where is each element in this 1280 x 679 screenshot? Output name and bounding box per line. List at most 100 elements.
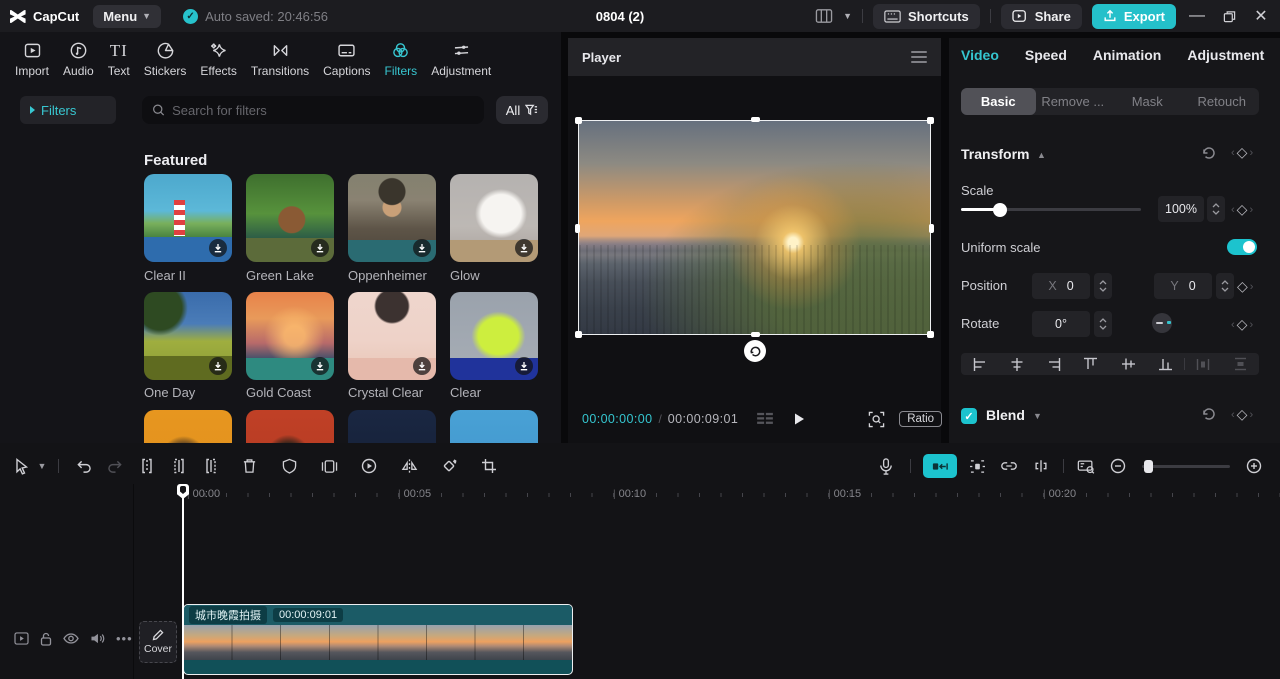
play-button[interactable] bbox=[792, 412, 806, 426]
zoom-out-icon[interactable] bbox=[1102, 458, 1134, 474]
shortcuts-button[interactable]: Shortcuts bbox=[873, 3, 980, 29]
timeline-zoom-slider[interactable] bbox=[1142, 459, 1230, 473]
position-x-field[interactable]: X0 bbox=[1032, 273, 1090, 299]
subtab-remove[interactable]: Remove ... bbox=[1036, 88, 1111, 115]
rotate-value-field[interactable]: 0° bbox=[1032, 311, 1090, 337]
rotate-tool-icon[interactable] bbox=[433, 458, 465, 474]
tab-speed[interactable]: Speed bbox=[1025, 47, 1067, 63]
resize-handle[interactable] bbox=[751, 332, 760, 337]
blend-keyframe[interactable]: ‹ ◇ › bbox=[1231, 406, 1253, 423]
keyframe-control[interactable]: ‹ ◇ › bbox=[1231, 144, 1253, 161]
reset-blend-icon[interactable] bbox=[1201, 406, 1217, 422]
resize-handle[interactable] bbox=[575, 117, 582, 124]
tab-effects[interactable]: Effects bbox=[193, 38, 243, 80]
share-button[interactable]: Share bbox=[1000, 3, 1082, 29]
select-tool-chevron-icon[interactable]: ▼ bbox=[34, 461, 50, 471]
undo-icon[interactable] bbox=[67, 459, 99, 474]
search-input[interactable] bbox=[172, 102, 474, 118]
resize-handle[interactable] bbox=[751, 117, 760, 122]
mirror-icon[interactable] bbox=[393, 458, 425, 474]
menu-button[interactable]: Menu ▼ bbox=[93, 4, 162, 28]
ratio-button[interactable]: Ratio bbox=[899, 411, 943, 427]
position-x-stepper[interactable] bbox=[1094, 273, 1112, 299]
align-right-icon[interactable] bbox=[1035, 357, 1072, 371]
zoom-slider-handle[interactable] bbox=[1144, 459, 1153, 473]
expand-icon[interactable]: ▼ bbox=[1033, 411, 1042, 421]
rotate-dial[interactable] bbox=[1152, 313, 1172, 333]
freeze-frame-icon[interactable] bbox=[313, 459, 345, 474]
tab-audio[interactable]: Audio bbox=[56, 38, 101, 80]
filter-thumb-green-lake[interactable] bbox=[246, 174, 334, 262]
resize-handle[interactable] bbox=[575, 224, 580, 233]
collapse-icon[interactable]: ▲ bbox=[1037, 150, 1046, 160]
distribute-vertical-icon[interactable] bbox=[1222, 357, 1259, 371]
mute-track-icon[interactable] bbox=[90, 632, 105, 645]
speed-icon[interactable] bbox=[353, 458, 385, 474]
more-options-icon[interactable]: ••• bbox=[116, 631, 133, 646]
sidebar-item-filters[interactable]: Filters bbox=[20, 96, 116, 124]
filter-thumb-crystal-clear[interactable] bbox=[348, 292, 436, 380]
tab-filters[interactable]: Filters bbox=[378, 38, 425, 80]
filter-thumb-one-day[interactable] bbox=[144, 292, 232, 380]
tab-import[interactable]: Import bbox=[8, 38, 56, 80]
video-preview[interactable] bbox=[578, 120, 931, 335]
export-button[interactable]: Export bbox=[1091, 3, 1176, 29]
select-tool-icon[interactable] bbox=[8, 457, 34, 475]
lock-track-icon[interactable] bbox=[40, 632, 52, 646]
preview-pages-icon[interactable] bbox=[756, 412, 774, 426]
delete-icon[interactable] bbox=[233, 458, 265, 474]
layout-chevron-icon[interactable]: ▼ bbox=[843, 11, 852, 21]
position-keyframe[interactable]: ◇ › bbox=[1237, 278, 1253, 295]
scale-slider-handle[interactable] bbox=[993, 202, 1007, 217]
scale-value-field[interactable]: 100% bbox=[1158, 196, 1204, 222]
cover-button[interactable]: Cover bbox=[139, 621, 177, 663]
tab-captions[interactable]: Captions bbox=[316, 38, 377, 80]
align-left-icon[interactable] bbox=[961, 357, 998, 371]
delete-left-icon[interactable] bbox=[163, 458, 195, 474]
reset-transform-icon[interactable] bbox=[1201, 145, 1217, 161]
position-y-stepper[interactable] bbox=[1216, 273, 1234, 299]
filter-thumb-clear[interactable] bbox=[450, 292, 538, 380]
rotate-handle[interactable] bbox=[744, 340, 766, 362]
filter-thumb-clear-ii[interactable] bbox=[144, 174, 232, 262]
magnetic-timeline-icon[interactable] bbox=[961, 459, 993, 474]
align-center-horizontal-icon[interactable] bbox=[998, 357, 1035, 371]
blend-checkbox[interactable]: ✓ bbox=[961, 408, 977, 424]
rotate-keyframe[interactable]: ‹ ◇ › bbox=[1231, 316, 1253, 333]
uniform-scale-toggle[interactable] bbox=[1227, 239, 1257, 255]
crop-icon[interactable] bbox=[473, 458, 505, 474]
player-menu-icon[interactable] bbox=[911, 51, 927, 63]
resize-handle[interactable] bbox=[575, 331, 582, 338]
align-center-vertical-icon[interactable] bbox=[1110, 357, 1147, 371]
delete-right-icon[interactable] bbox=[195, 458, 227, 474]
tab-stickers[interactable]: Stickers bbox=[137, 38, 194, 80]
preview-axis-icon[interactable] bbox=[1070, 459, 1102, 474]
preview-quality-icon[interactable] bbox=[868, 411, 885, 428]
tab-adjustment-inspector[interactable]: Adjustment bbox=[1187, 47, 1264, 63]
filter-thumb-glow[interactable] bbox=[450, 174, 538, 262]
filter-thumb-oppenheimer[interactable] bbox=[348, 174, 436, 262]
resize-handle[interactable] bbox=[927, 117, 934, 124]
zoom-in-icon[interactable] bbox=[1238, 458, 1270, 474]
auto-snap-toggle[interactable] bbox=[923, 454, 957, 478]
tab-transitions[interactable]: Transitions bbox=[244, 38, 316, 80]
layout-icon[interactable] bbox=[815, 8, 833, 24]
filter-all-button[interactable]: All bbox=[496, 96, 548, 124]
scale-keyframe[interactable]: ‹ ◇ › bbox=[1231, 201, 1253, 218]
resize-handle[interactable] bbox=[929, 224, 934, 233]
position-y-field[interactable]: Y0 bbox=[1154, 273, 1212, 299]
close-button[interactable]: ✕ bbox=[1250, 5, 1272, 27]
scale-stepper[interactable] bbox=[1207, 196, 1225, 222]
record-voiceover-icon[interactable] bbox=[870, 457, 902, 475]
distribute-horizontal-icon[interactable] bbox=[1185, 358, 1222, 371]
keyframe-diamond-icon[interactable]: ◇ bbox=[1237, 144, 1248, 161]
tab-adjustment[interactable]: Adjustment bbox=[424, 38, 498, 80]
playhead-line[interactable] bbox=[182, 484, 184, 679]
hide-track-icon[interactable] bbox=[63, 633, 79, 644]
split-icon[interactable] bbox=[131, 458, 163, 474]
timeline-clip[interactable]: 城市晚霞拍摄 00:00:09:01 bbox=[183, 604, 573, 675]
resize-handle[interactable] bbox=[927, 331, 934, 338]
mask-icon[interactable] bbox=[273, 458, 305, 474]
align-top-icon[interactable] bbox=[1072, 357, 1109, 371]
minimize-button[interactable]: — bbox=[1186, 5, 1208, 27]
